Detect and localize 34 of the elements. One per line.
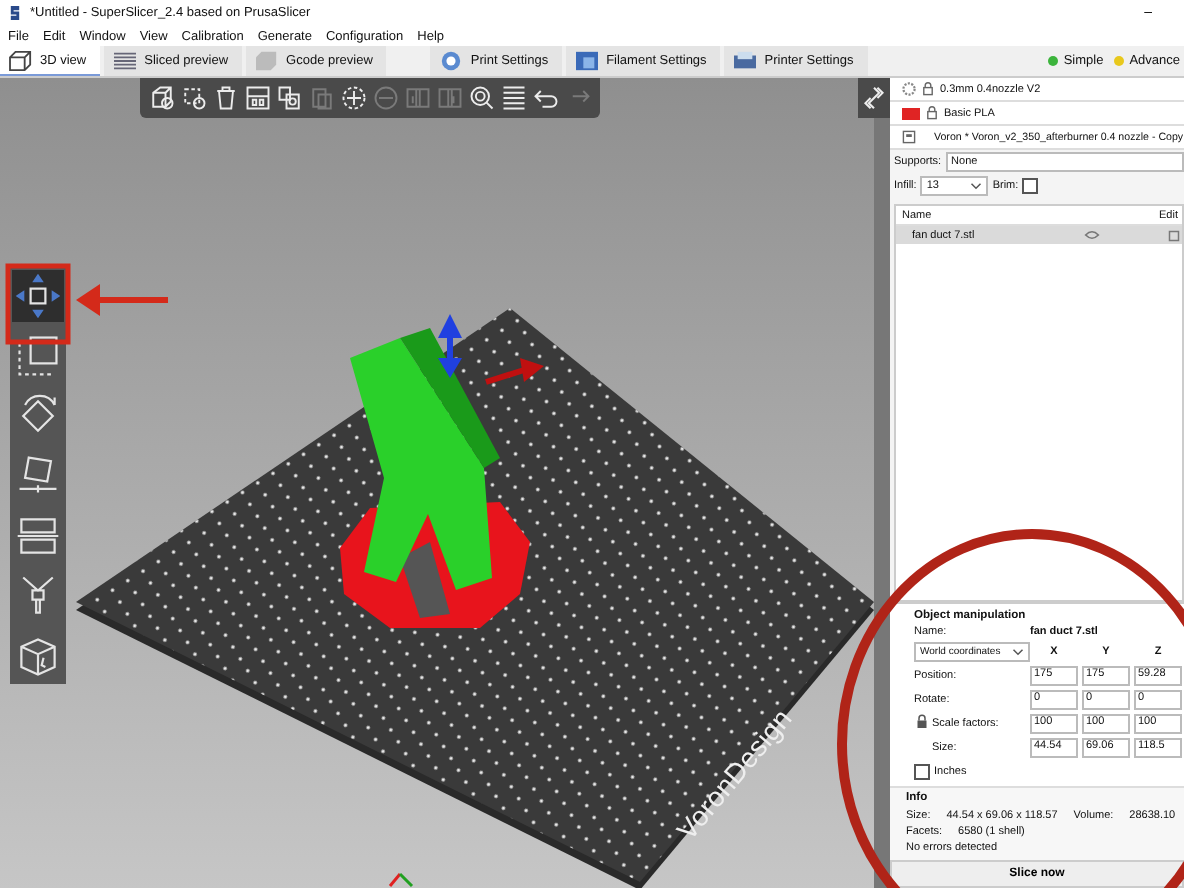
lock-icon	[926, 106, 938, 120]
move-gizmo-drawing	[438, 314, 544, 385]
collapse-sidebar-button[interactable]	[858, 78, 890, 118]
app-logo-icon	[8, 4, 22, 22]
delete-icon[interactable]	[180, 84, 208, 112]
edit-icon[interactable]	[1168, 229, 1180, 241]
highlight-box	[5, 263, 71, 345]
search-icon[interactable]	[468, 84, 496, 112]
brim-checkbox[interactable]	[1022, 178, 1039, 194]
tab-icon	[112, 50, 139, 72]
caret-icon	[1012, 648, 1024, 656]
double-chevron-icon	[862, 82, 886, 114]
lock-icon[interactable]	[916, 714, 928, 730]
arrange-icon[interactable]	[244, 84, 272, 112]
add-instance-icon[interactable]	[340, 84, 368, 112]
layers-icon[interactable]	[500, 84, 528, 112]
printer-icon	[902, 130, 916, 144]
tab-icon	[574, 50, 601, 72]
copy-icon[interactable]	[276, 84, 304, 112]
eye-icon[interactable]	[1084, 230, 1100, 240]
add-icon[interactable]	[148, 84, 176, 112]
tab-icon	[438, 50, 465, 72]
tab-icon	[732, 50, 759, 72]
tab-icon	[254, 50, 281, 72]
axes-drawing	[388, 872, 414, 888]
gear-icon	[902, 82, 916, 96]
lock-icon	[922, 82, 934, 96]
tab-icon	[8, 49, 34, 71]
caret-icon	[970, 182, 983, 190]
annotation-arrow	[76, 284, 168, 316]
inches-checkbox[interactable]	[914, 764, 930, 780]
delete-all-icon[interactable]	[212, 84, 240, 112]
gizmo-button[interactable]	[12, 330, 64, 382]
gizmo-button[interactable]	[12, 270, 64, 322]
